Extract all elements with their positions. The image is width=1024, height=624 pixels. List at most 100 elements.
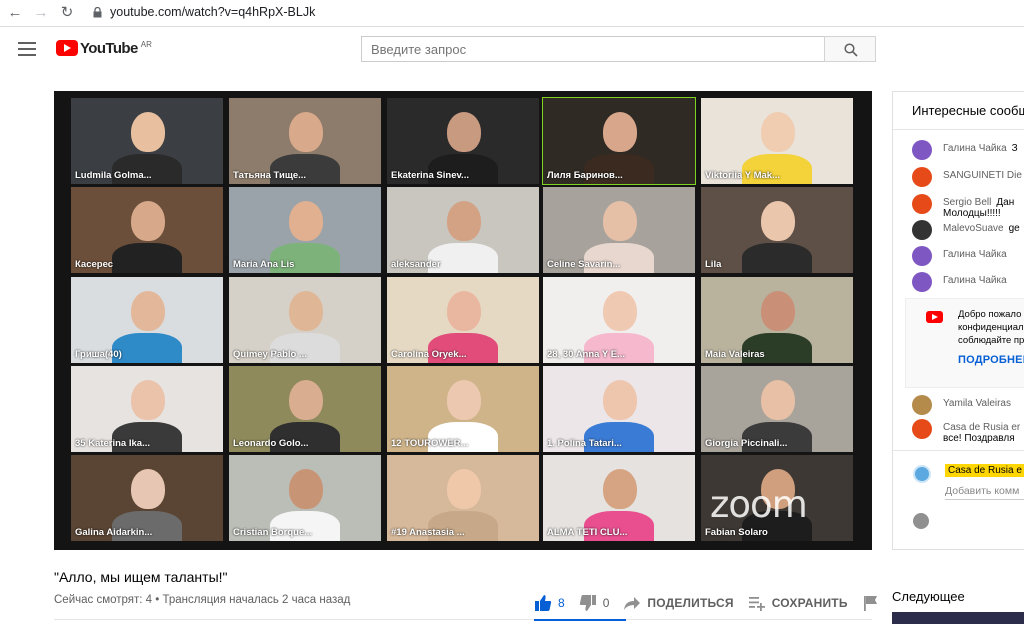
menu-icon[interactable] — [18, 42, 36, 56]
participant-face — [131, 380, 165, 420]
learn-more-link[interactable]: ПОДРОБНЕЕ — [958, 354, 1024, 366]
chat-message: Sergio Bell Дан Молодцы!!!!! — [912, 194, 1014, 219]
participant-name: 35 Katerina Ika... — [75, 438, 150, 449]
back-arrow-icon[interactable]: ← — [6, 4, 24, 22]
participant-face — [761, 201, 795, 241]
chat-message-input[interactable]: Добавить комм — [945, 485, 1024, 500]
participant-tile: Ekaterina Sinev... — [387, 98, 539, 184]
participant-face — [447, 469, 481, 509]
search-icon — [844, 43, 858, 57]
chat-message: Галина Чайка — [912, 246, 1012, 266]
chat-text: З — [1011, 143, 1018, 154]
participant-name: Quimey Pablo ... — [233, 349, 307, 360]
share-label: ПОДЕЛИТЬСЯ — [647, 596, 734, 610]
chat-message-body: Sergio Bell Дан Молодцы!!!!! — [943, 197, 1014, 219]
chat-message: Галина Чайка — [912, 272, 1012, 292]
pinned-line: конфиденциал — [958, 322, 1024, 333]
participant-face — [131, 469, 165, 509]
up-next-label: Следующее — [892, 589, 965, 604]
like-button[interactable]: 8 — [534, 594, 565, 612]
up-next-thumbnail[interactable] — [892, 612, 1024, 624]
participant-name: ALMA TETI CLU... — [547, 527, 628, 538]
participant-face — [603, 112, 637, 152]
reload-icon[interactable]: ↻ — [58, 4, 76, 22]
search-input[interactable] — [362, 37, 824, 61]
forward-arrow-icon[interactable]: → — [32, 4, 50, 22]
report-button[interactable] — [862, 594, 886, 612]
thumbs-up-icon — [535, 595, 552, 611]
participant-face — [447, 112, 481, 152]
chat-text-continued: все! Поздравля — [943, 433, 1015, 444]
playlist-add-icon — [748, 597, 765, 611]
youtube-logo[interactable]: YouTube AR — [56, 40, 152, 58]
pinned-line: соблюдайте пр — [958, 335, 1024, 346]
chat-message-body: Yamila Valeiras — [943, 398, 1016, 409]
video-player[interactable]: Ludmila Golma... Татьяна Тище... Ekaterina… — [54, 91, 872, 550]
chat-message-body: Галина Чайка З — [943, 143, 1018, 154]
pinned-line: Добро пожало — [958, 309, 1022, 320]
participant-name: Ludmila Golma... — [75, 170, 152, 181]
participant-name: Maria Ana Lis — [233, 259, 295, 270]
participant-face — [761, 112, 795, 152]
participant-name: Giorgia Piccinali... — [705, 438, 788, 449]
author-avatar — [912, 246, 932, 266]
chat-message-body: Casa de Rusia er все! Поздравля — [943, 422, 1024, 444]
author-avatar — [912, 167, 932, 187]
chat-author: Галина Чайка — [943, 249, 1007, 260]
pinned-notice: Добро пожало конфиденциал соблюдайте пр … — [905, 298, 1024, 388]
participant-name: Касерес — [75, 259, 114, 270]
participant-face — [131, 201, 165, 241]
author-avatar — [912, 419, 932, 439]
chat-author: SANGUINETI Die — [943, 170, 1022, 181]
participant-face — [131, 112, 165, 152]
chat-message: MalevoSuave ge — [912, 220, 1020, 240]
chat-message-body: MalevoSuave ge — [943, 223, 1020, 234]
chat-input-area: Casa de Rusia e Добавить комм — [893, 450, 1024, 549]
participant-tile: aleksander — [387, 187, 539, 273]
participant-name: #19 Anastasia ... — [391, 527, 465, 538]
current-user-name: Casa de Rusia e — [945, 464, 1024, 477]
chat-author: Yamila Valeiras — [943, 398, 1011, 409]
participant-body — [742, 243, 812, 273]
pinned-notice-text: Добро пожало конфиденциал соблюдайте пр — [958, 308, 1024, 347]
participant-name: 1. Polina Tatari... — [547, 438, 622, 449]
participant-name: Cristian Borque... — [233, 527, 313, 538]
chat-message: Casa de Rusia er все! Поздравля — [912, 419, 1024, 444]
dislike-button[interactable]: 0 — [579, 594, 609, 612]
participant-name: Гриша(40) — [75, 349, 122, 360]
chat-text: ge — [1008, 223, 1020, 234]
chat-header[interactable]: Интересные сообщ — [893, 92, 1024, 130]
participant-name: Fabian Solaro — [705, 527, 768, 538]
participant-tile: Гриша(40) — [71, 277, 223, 363]
participant-face — [603, 201, 637, 241]
participant-tile: Лиля Баринов... — [542, 97, 696, 185]
logo-wordmark: YouTube — [80, 40, 138, 57]
participant-tile: Carolina Oryek... — [387, 277, 539, 363]
participant-name: 12 TOUROWER... — [391, 438, 469, 449]
search-box — [361, 36, 824, 62]
participant-name: Maia Valeiras — [705, 349, 765, 360]
chat-message-body: SANGUINETI Die — [943, 170, 1024, 181]
participant-face — [289, 201, 323, 241]
participant-tile: Касерес — [71, 187, 223, 273]
save-button[interactable]: СОХРАНИТЬ — [748, 594, 848, 612]
search-button[interactable] — [824, 36, 876, 62]
participant-name: Lila — [705, 259, 722, 270]
chat-message: Yamila Valeiras — [912, 395, 1016, 415]
participant-face — [603, 291, 637, 331]
browser-toolbar: ← → ↻ youtube.com/watch?v=q4hRpX-BLJk — [0, 0, 1024, 27]
share-icon — [624, 597, 641, 610]
participant-face — [447, 291, 481, 331]
participant-tile: Quimey Pablo ... — [229, 277, 381, 363]
like-ratio-bar — [534, 619, 626, 621]
emoji-icon[interactable] — [913, 513, 929, 529]
chat-text-continued: Молодцы!!!!! — [943, 208, 1001, 219]
share-button[interactable]: ПОДЕЛИТЬСЯ — [623, 594, 734, 612]
live-chat: Интересные сообщ Добро пожало конфиденци… — [892, 91, 1024, 550]
participant-name: Galina Aidarkin... — [75, 527, 153, 538]
chat-text: Дан — [996, 197, 1015, 208]
address-bar[interactable]: youtube.com/watch?v=q4hRpX-BLJk — [110, 5, 315, 19]
chat-author: MalevoSuave — [943, 223, 1004, 234]
author-avatar — [912, 140, 932, 160]
participant-tile: Cristian Borque... — [229, 455, 381, 541]
